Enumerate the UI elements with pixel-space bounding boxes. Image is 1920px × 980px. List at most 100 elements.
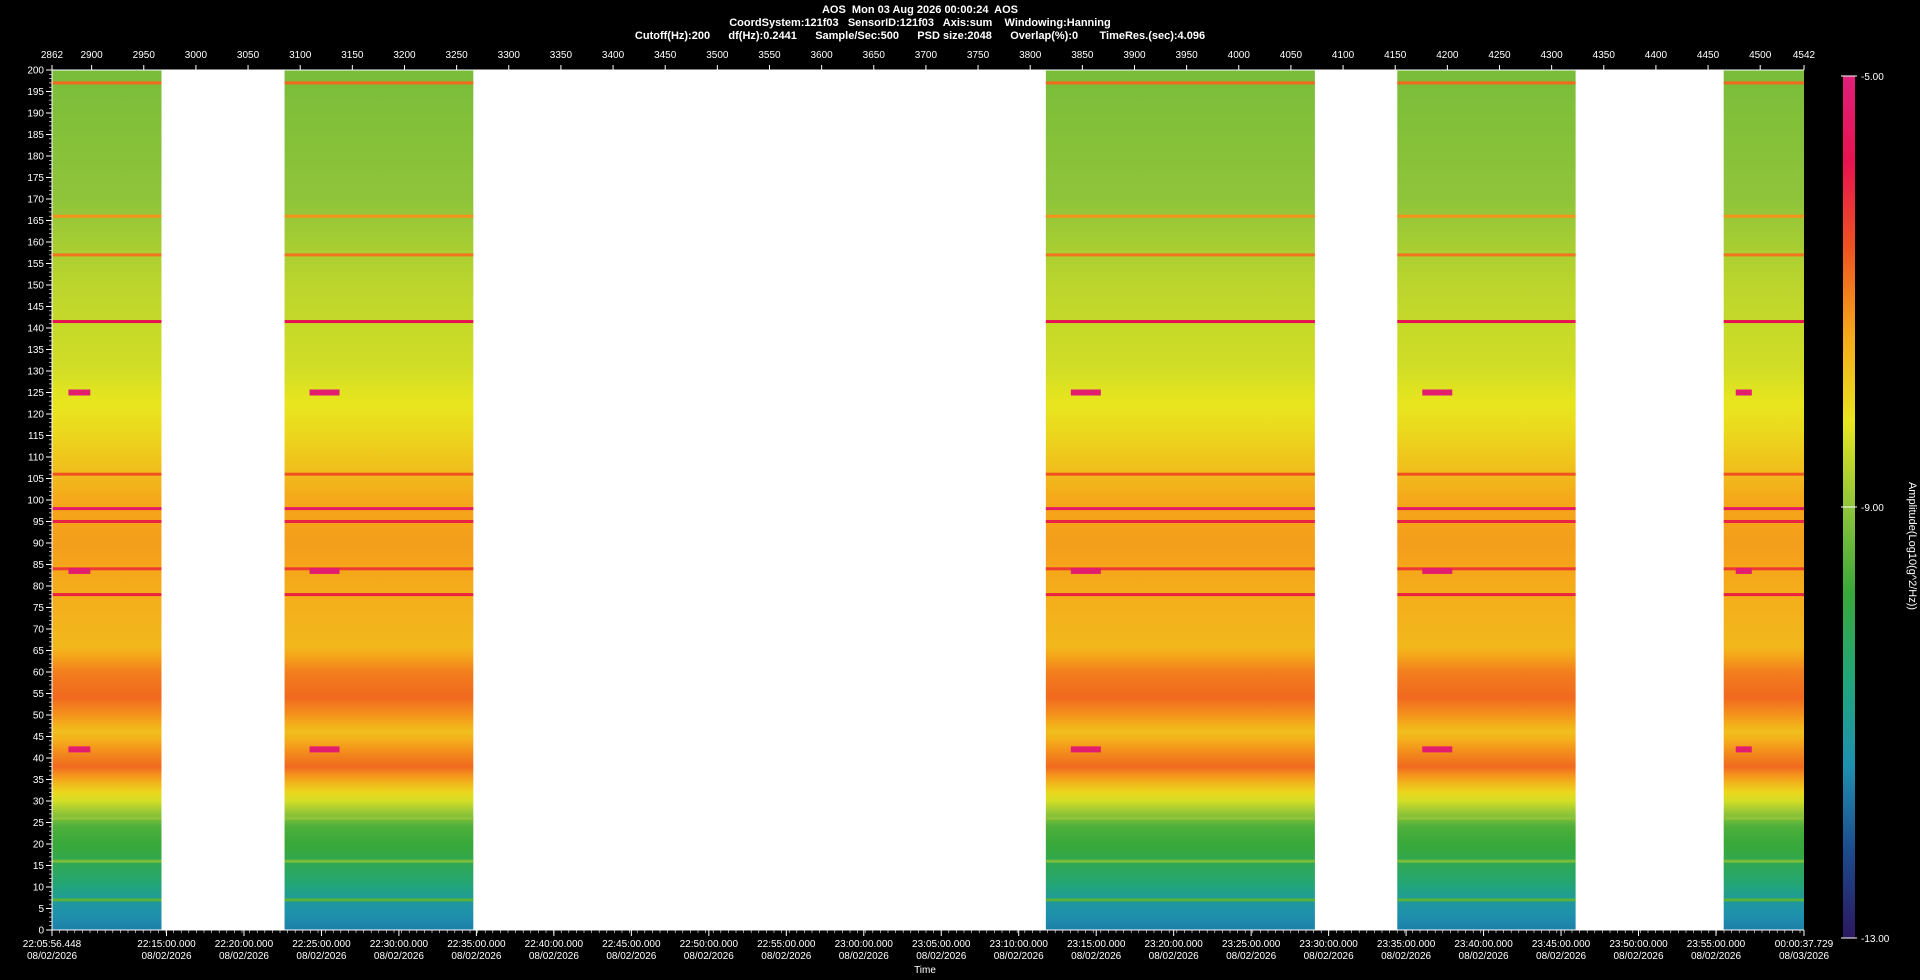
x-tick-date: 08/02/2026 bbox=[27, 951, 77, 962]
tonal-line bbox=[1397, 859, 1576, 863]
y-tick-label: 30 bbox=[33, 797, 45, 808]
x-tick-time: 23:15:00.000 bbox=[1067, 939, 1126, 950]
tonal-line bbox=[1723, 81, 1804, 85]
tonal-line bbox=[52, 253, 162, 257]
top-tick-label: 3850 bbox=[1071, 50, 1094, 61]
segment-spectrum bbox=[284, 70, 474, 930]
x-tick-time: 23:05:00.000 bbox=[912, 939, 971, 950]
tonal-line bbox=[1723, 520, 1804, 523]
top-tick-label: 2900 bbox=[81, 50, 104, 61]
top-tick-label: 4350 bbox=[1593, 50, 1616, 61]
tonal-line bbox=[1723, 593, 1804, 597]
tonal-line bbox=[284, 520, 474, 523]
x-tick-time: 23:20:00.000 bbox=[1144, 939, 1203, 950]
colorbar-tick-label: -5.00 bbox=[1861, 72, 1884, 83]
tonal-line bbox=[1723, 507, 1804, 511]
intermittent-tone bbox=[68, 567, 91, 574]
tonal-line bbox=[52, 320, 162, 324]
x-tick-date: 08/02/2026 bbox=[916, 951, 966, 962]
intermittent-tone bbox=[1735, 567, 1752, 574]
time-axis: 22:05:56.44808/02/202622:15:00.00008/02/… bbox=[23, 929, 1834, 962]
top-tick-label: 3200 bbox=[393, 50, 416, 61]
tonal-line bbox=[284, 214, 474, 218]
intermittent-tone bbox=[309, 389, 340, 396]
intermittent-tone bbox=[1422, 389, 1453, 396]
segment-spectrum bbox=[1397, 70, 1576, 930]
tonal-line bbox=[284, 81, 474, 85]
tonal-line bbox=[1045, 214, 1315, 218]
y-tick-label: 110 bbox=[28, 453, 44, 464]
top-tick-label: 3100 bbox=[289, 50, 312, 61]
y-tick-label: 190 bbox=[27, 109, 44, 120]
colorbar-tick-label: -9.00 bbox=[1861, 503, 1884, 514]
tonal-line bbox=[284, 816, 474, 820]
intermittent-tone bbox=[1070, 746, 1101, 753]
y-tick-label: 200 bbox=[27, 66, 44, 77]
segment-spectrum bbox=[52, 70, 162, 930]
x-tick-date: 08/02/2026 bbox=[1226, 951, 1276, 962]
tonal-line bbox=[52, 507, 162, 511]
x-tick-time: 00:00:37.729 bbox=[1775, 939, 1834, 950]
tonal-line bbox=[1045, 593, 1315, 597]
top-tick-label: 3050 bbox=[237, 50, 260, 61]
top-axis: 2862 2900 2950 3000 3050 3100 3150 3200 3250 3300… bbox=[41, 50, 1816, 71]
tonal-line bbox=[52, 81, 162, 85]
tonal-line bbox=[1397, 472, 1576, 476]
tonal-line bbox=[284, 320, 474, 324]
top-tick-label: 3550 bbox=[758, 50, 781, 61]
top-tick-label: 4200 bbox=[1436, 50, 1459, 61]
tonal-line bbox=[1045, 898, 1315, 902]
tonal-line bbox=[52, 472, 162, 476]
segment-spectrum bbox=[1045, 70, 1315, 930]
intermittent-tone bbox=[1735, 389, 1752, 396]
y-tick-label: 50 bbox=[33, 711, 45, 722]
tonal-line bbox=[1397, 520, 1576, 523]
y-tick-label: 135 bbox=[27, 345, 44, 356]
x-tick-date: 08/02/2026 bbox=[1381, 951, 1431, 962]
y-tick-label: 105 bbox=[27, 474, 44, 485]
intermittent-tone bbox=[68, 389, 91, 396]
top-tick-label: 3600 bbox=[811, 50, 834, 61]
x-tick-time: 22:55:00.000 bbox=[757, 939, 816, 950]
tonal-line bbox=[284, 507, 474, 511]
y-tick-label: 120 bbox=[27, 410, 44, 421]
x-tick-date: 08/02/2026 bbox=[1536, 951, 1586, 962]
tonal-line bbox=[1045, 859, 1315, 863]
top-tick-label: 3400 bbox=[602, 50, 625, 61]
y-tick-label: 5 bbox=[38, 904, 44, 915]
tonal-line bbox=[1723, 253, 1804, 257]
top-tick-label: 4500 bbox=[1749, 50, 1772, 61]
top-tick-label: 3300 bbox=[498, 50, 521, 61]
tonal-line bbox=[1397, 593, 1576, 597]
tonal-line bbox=[1397, 507, 1576, 511]
top-tick-label: 3800 bbox=[1019, 50, 1042, 61]
tonal-line bbox=[1723, 472, 1804, 476]
tonal-line bbox=[1397, 253, 1576, 257]
x-tick-date: 08/02/2026 bbox=[761, 951, 811, 962]
top-tick-label: 4100 bbox=[1332, 50, 1355, 61]
y-tick-label: 175 bbox=[27, 173, 44, 184]
tonal-line bbox=[52, 816, 162, 820]
y-tick-label: 45 bbox=[33, 732, 45, 743]
x-tick-date: 08/02/2026 bbox=[1304, 951, 1354, 962]
x-tick-date: 08/02/2026 bbox=[296, 951, 346, 962]
top-tick-label: 3250 bbox=[446, 50, 469, 61]
x-tick-date: 08/02/2026 bbox=[219, 951, 269, 962]
tonal-line bbox=[1397, 81, 1576, 85]
tonal-line bbox=[52, 520, 162, 523]
y-tick-label: 60 bbox=[33, 668, 45, 679]
top-tick-label: 4542 bbox=[1793, 50, 1816, 61]
tonal-line bbox=[284, 472, 474, 476]
top-tick-label: 4300 bbox=[1541, 50, 1564, 61]
top-tick-label: 3500 bbox=[706, 50, 729, 61]
x-tick-date: 08/02/2026 bbox=[1071, 951, 1121, 962]
tonal-line bbox=[1397, 320, 1576, 324]
spectrogram-segment bbox=[52, 70, 162, 930]
x-tick-time: 23:35:00.000 bbox=[1377, 939, 1436, 950]
y-tick-label: 150 bbox=[27, 281, 44, 292]
top-tick-label: 2950 bbox=[133, 50, 156, 61]
y-tick-label: 75 bbox=[33, 603, 45, 614]
intermittent-tone bbox=[1070, 389, 1101, 396]
x-tick-date: 08/02/2026 bbox=[994, 951, 1044, 962]
spectrogram-segment bbox=[1723, 70, 1804, 930]
